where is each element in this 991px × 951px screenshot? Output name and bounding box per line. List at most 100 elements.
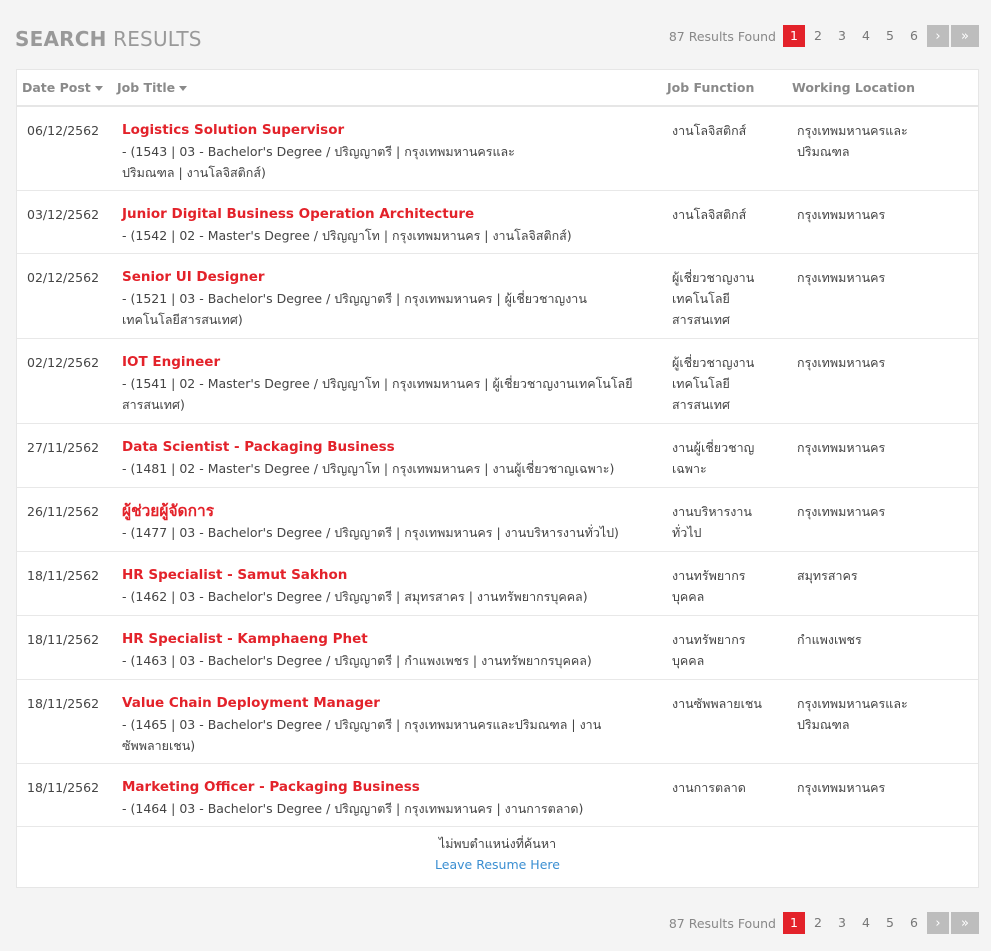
row-job: Data Scientist - Packaging Business - (1… (122, 437, 662, 479)
sort-date-post[interactable]: Date Post (22, 80, 103, 95)
double-chevron-right-icon: » (961, 915, 969, 931)
row-function: ผู้เชี่ยวชาญงานเทคโนโลยีสารสนเทศ (672, 355, 755, 412)
results-count: 87 Results Found (668, 915, 776, 931)
row-job: Senior UI Designer - (1521 | 03 - Bachel… (122, 267, 622, 330)
row-job: Junior Digital Business Operation Archit… (122, 204, 662, 246)
job-title-link[interactable]: Value Chain Deployment Manager (122, 693, 622, 714)
job-description: - (1543 | 03 - Bachelor's Degree / ปริญญ… (122, 144, 515, 180)
row-function: งานผู้เชี่ยวชาญเฉพาะ (672, 440, 755, 476)
job-title-link[interactable]: Senior UI Designer (122, 267, 622, 288)
job-title-link[interactable]: Junior Digital Business Operation Archit… (122, 204, 662, 225)
row-date: 03/12/2562 (27, 207, 100, 222)
row-date: 27/11/2562 (27, 440, 100, 455)
table-header: Date Post Job Title Job Function Working… (17, 70, 978, 107)
job-title-link[interactable]: Logistics Solution Supervisor (122, 120, 542, 141)
table-row: 26/11/2562 ผู้ช่วยผู้จัดการ - (1477 | 03… (17, 488, 978, 552)
page-6-button[interactable]: 6 (903, 912, 925, 934)
pagination-top: 87 Results Found 1 2 3 4 5 6 › » (669, 25, 979, 47)
row-location: กำแพงเพชร (797, 632, 862, 647)
table-row: 27/11/2562 Data Scientist - Packaging Bu… (17, 424, 978, 488)
leave-resume-link[interactable]: Leave Resume Here (17, 857, 978, 872)
job-title-link[interactable]: HR Specialist - Kamphaeng Phet (122, 629, 662, 650)
page-title-light: RESULTS (113, 27, 202, 51)
page-5-button[interactable]: 5 (879, 25, 901, 47)
not-found-message: ไม่พบตำแหน่งที่ค้นหา (438, 836, 557, 851)
row-function: งานทรัพยากรบุคคล (672, 632, 746, 668)
column-job-function: Job Function (667, 80, 755, 95)
page-1-button[interactable]: 1 (783, 25, 805, 47)
row-date: 02/12/2562 (27, 270, 100, 285)
row-location: กรุงเทพมหานคร (797, 780, 886, 795)
page-1-button[interactable]: 1 (783, 912, 805, 934)
row-job: HR Specialist - Kamphaeng Phet - (1463 |… (122, 629, 662, 671)
column-date-label: Date Post (22, 80, 91, 95)
page-4-button[interactable]: 4 (855, 912, 877, 934)
column-working-location: Working Location (792, 80, 916, 95)
caret-down-icon (94, 86, 103, 91)
row-function: งานโลจิสติกส์ (672, 123, 747, 138)
page-4-button[interactable]: 4 (855, 25, 877, 47)
job-title-link[interactable]: ผู้ช่วยผู้จัดการ (122, 501, 662, 522)
row-location: กรุงเทพมหานคร (797, 504, 886, 519)
job-title-link[interactable]: Marketing Officer - Packaging Business (122, 777, 662, 798)
row-job: Marketing Officer - Packaging Business -… (122, 777, 662, 819)
last-page-button[interactable]: » (951, 912, 979, 934)
row-function: งานทรัพยากรบุคคล (672, 568, 746, 604)
table-footer: ไม่พบตำแหน่งที่ค้นหา Leave Resume Here (17, 827, 978, 887)
job-description: - (1465 | 03 - Bachelor's Degree / ปริญญ… (122, 717, 602, 753)
row-function: ผู้เชี่ยวชาญงานเทคโนโลยีสารสนเทศ (672, 270, 755, 327)
job-title-link[interactable]: HR Specialist - Samut Sakhon (122, 565, 662, 586)
job-title-link[interactable]: IOT Engineer (122, 352, 647, 373)
row-date: 18/11/2562 (27, 696, 100, 711)
table-row: 18/11/2562 HR Specialist - Samut Sakhon … (17, 552, 978, 616)
next-page-button[interactable]: › (927, 25, 949, 47)
row-function: งานซัพพลายเชน (672, 696, 762, 711)
row-date: 18/11/2562 (27, 632, 100, 647)
row-location: กรุงเทพมหานครและปริมณฑล (797, 123, 908, 159)
results-count: 87 Results Found (668, 28, 776, 44)
row-date: 18/11/2562 (27, 780, 100, 795)
row-job: IOT Engineer - (1541 | 02 - Master's Deg… (122, 352, 647, 415)
caret-down-icon (179, 86, 188, 91)
row-location: กรุงเทพมหานคร (797, 440, 886, 455)
results-table: Date Post Job Title Job Function Working… (16, 69, 979, 888)
row-location: กรุงเทพมหานคร (797, 355, 886, 370)
page-title-bold: SEARCH (15, 27, 107, 51)
job-title-link[interactable]: Data Scientist - Packaging Business (122, 437, 662, 458)
job-description: - (1481 | 02 - Master's Degree / ปริญญาโ… (122, 461, 615, 476)
row-location: สมุทรสาคร (797, 568, 858, 583)
table-row: 02/12/2562 IOT Engineer - (1541 | 02 - M… (17, 339, 978, 424)
sort-job-title[interactable]: Job Title (117, 80, 188, 95)
table-row: 06/12/2562 Logistics Solution Supervisor… (17, 107, 978, 191)
row-job: ผู้ช่วยผู้จัดการ - (1477 | 03 - Bachelor… (122, 501, 662, 543)
table-row: 02/12/2562 Senior UI Designer - (1521 | … (17, 254, 978, 339)
row-date: 02/12/2562 (27, 355, 100, 370)
page-3-button[interactable]: 3 (831, 25, 853, 47)
page-5-button[interactable]: 5 (879, 912, 901, 934)
job-description: - (1463 | 03 - Bachelor's Degree / ปริญญ… (122, 653, 592, 668)
row-job: Value Chain Deployment Manager - (1465 |… (122, 693, 622, 756)
row-function: งานโลจิสติกส์ (672, 207, 747, 222)
row-date: 06/12/2562 (27, 123, 100, 138)
row-job: HR Specialist - Samut Sakhon - (1462 | 0… (122, 565, 662, 607)
row-date: 26/11/2562 (27, 504, 100, 519)
job-description: - (1521 | 03 - Bachelor's Degree / ปริญญ… (122, 291, 587, 327)
page-2-button[interactable]: 2 (807, 912, 829, 934)
job-description: - (1477 | 03 - Bachelor's Degree / ปริญญ… (122, 525, 619, 540)
job-description: - (1464 | 03 - Bachelor's Degree / ปริญญ… (122, 801, 584, 816)
job-description: - (1462 | 03 - Bachelor's Degree / ปริญญ… (122, 589, 588, 604)
results-header: SEARCH RESULTS 87 Results Found 1 2 3 4 … (15, 25, 979, 52)
row-function: งานบริหารงานทั่วไป (672, 504, 752, 540)
page-2-button[interactable]: 2 (807, 25, 829, 47)
next-page-button[interactable]: › (927, 912, 949, 934)
page-6-button[interactable]: 6 (903, 25, 925, 47)
pagination-bottom: 87 Results Found 1 2 3 4 5 6 › » (669, 912, 979, 934)
table-row: 03/12/2562 Junior Digital Business Opera… (17, 191, 978, 254)
row-location: กรุงเทพมหานคร (797, 207, 886, 222)
double-chevron-right-icon: » (961, 28, 969, 44)
table-row: 18/11/2562 HR Specialist - Kamphaeng Phe… (17, 616, 978, 680)
page-3-button[interactable]: 3 (831, 912, 853, 934)
row-location: กรุงเทพมหานครและปริมณฑล (797, 696, 908, 732)
last-page-button[interactable]: » (951, 25, 979, 47)
table-row: 18/11/2562 Marketing Officer - Packaging… (17, 764, 978, 827)
